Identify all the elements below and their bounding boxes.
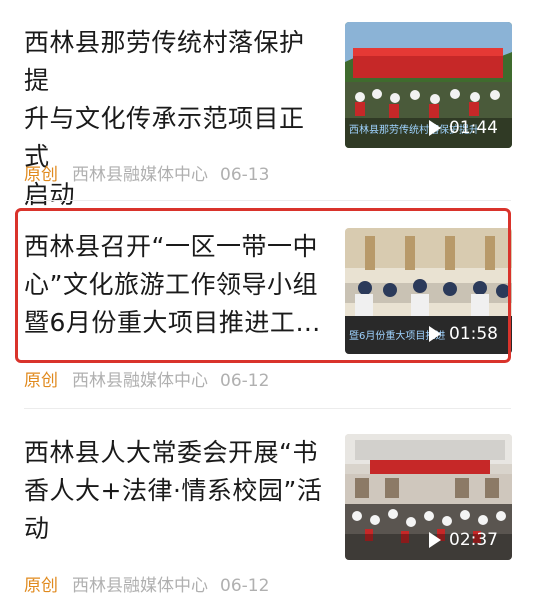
title-line: 西林县那劳传统村落保护提 [24,28,305,95]
divider [24,200,511,201]
duration-text: 01:44 [449,118,498,138]
publish-date: 06-13 [220,165,270,185]
duration-text: 02:37 [449,530,498,550]
video-thumbnail[interactable]: 02:37 [345,434,512,560]
selection-highlight [15,208,511,363]
video-duration: 01:44 [429,118,498,138]
source-name[interactable]: 西林县融媒体中心 [72,576,208,596]
title-line: 西林县人大常委会开展“书 [24,438,318,467]
video-duration: 02:37 [429,530,498,550]
original-tag: 原创 [24,165,58,185]
article-meta: 原创 西林县融媒体中心 06-12 [24,571,269,596]
title-line: 香人大+法律·情系校园”活 [24,476,323,505]
publish-date: 06-12 [220,576,270,596]
source-name[interactable]: 西林县融媒体中心 [72,165,208,185]
video-thumbnail[interactable]: 西林县那劳传统村落保护提升 01:44 [345,22,512,148]
divider [24,408,511,409]
article-meta: 原创 西林县融媒体中心 06-13 [24,160,269,185]
original-tag: 原创 [24,576,58,596]
article-meta: 原创 西林县融媒体中心 06-12 [24,366,269,391]
play-icon [429,120,441,136]
article-title[interactable]: 西林县人大常委会开展“书 香人大+法律·情系校园”活 动 [24,434,324,548]
article-title[interactable]: 西林县那劳传统村落保护提 升与文化传承示范项目正式 启动 [24,24,324,214]
title-line: 动 [24,514,50,543]
source-name[interactable]: 西林县融媒体中心 [72,371,208,391]
play-icon [429,532,441,548]
original-tag: 原创 [24,371,58,391]
publish-date: 06-12 [220,371,270,391]
